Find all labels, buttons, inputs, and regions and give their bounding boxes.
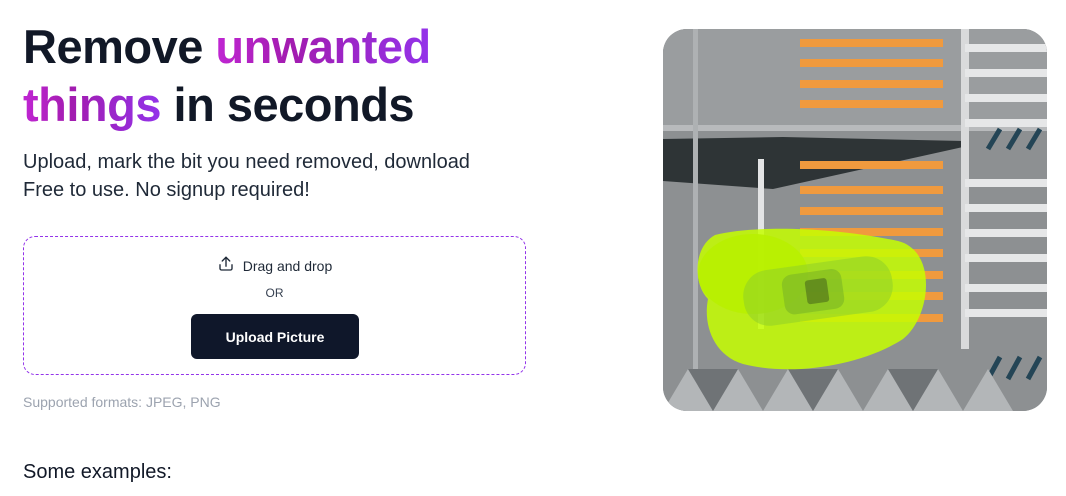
upload-icon (217, 255, 235, 276)
subtitle-line-2: Free to use. No signup required! (23, 179, 310, 201)
hero-text: Remove unwanted things in seconds Upload… (23, 18, 563, 204)
title-accent-1: unwanted (215, 20, 431, 73)
upload-dropzone[interactable]: Drag and drop OR Upload Picture (23, 236, 526, 375)
subtitle: Upload, mark the bit you need removed, d… (23, 148, 563, 204)
subtitle-line-1: Upload, mark the bit you need removed, d… (23, 151, 470, 173)
page-title: Remove unwanted things in seconds (23, 18, 563, 134)
title-accent-2: things (23, 78, 161, 131)
drag-and-drop-label: Drag and drop (242, 257, 333, 274)
or-separator: OR (265, 286, 284, 300)
example-image (663, 29, 1047, 411)
examples-heading: Some examples: (23, 461, 172, 483)
upload-picture-button[interactable]: Upload Picture (191, 314, 359, 359)
supported-formats: Supported formats: JPEG, PNG (23, 394, 221, 410)
title-part-1: Remove (23, 20, 216, 73)
title-part-2: in seconds (160, 78, 415, 131)
drag-drop-row: Drag and drop (24, 255, 525, 276)
